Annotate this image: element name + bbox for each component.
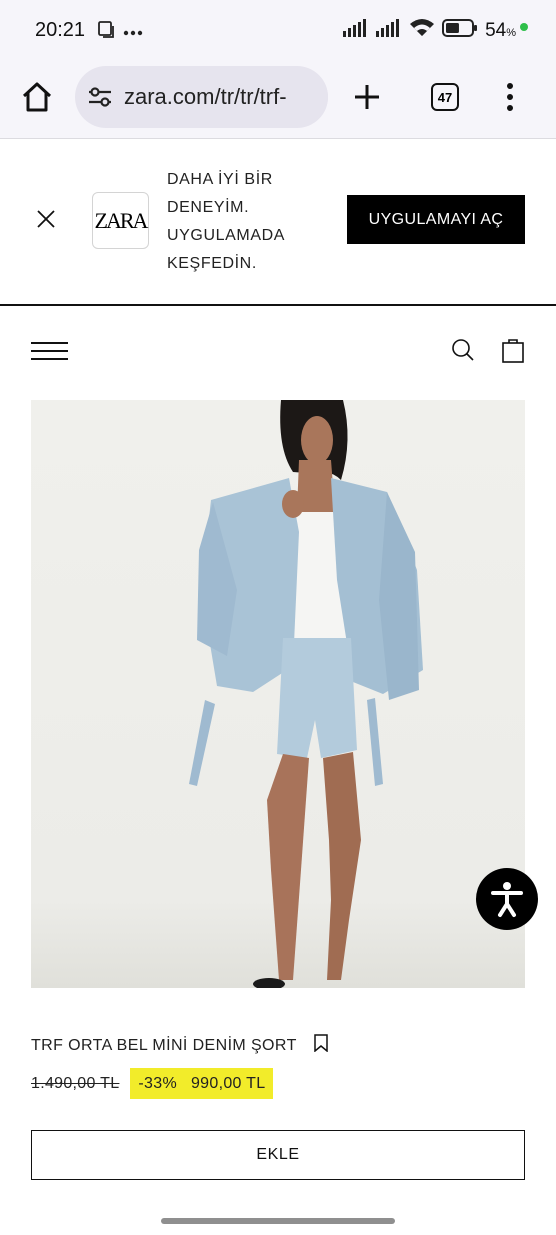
close-icon[interactable] bbox=[36, 209, 56, 234]
open-app-button[interactable]: UYGULAMAYI AÇ bbox=[347, 195, 525, 244]
product-image[interactable] bbox=[31, 400, 525, 988]
address-bar[interactable]: zara.com/tr/tr/trf- bbox=[75, 66, 328, 128]
charging-indicator bbox=[520, 22, 528, 31]
promo-message: DAHA İYİ BİR DENEYİM. UYGULAMADA KEŞFEDİ… bbox=[167, 171, 286, 272]
battery-icon bbox=[442, 18, 478, 43]
overflow-menu-icon[interactable] bbox=[506, 82, 514, 117]
app-promo-banner: ZARA DAHA İYİ BİR DENEYİM. UYGULAMADA KE… bbox=[0, 140, 556, 306]
signal-icon bbox=[376, 19, 402, 42]
search-icon[interactable] bbox=[451, 338, 475, 367]
sale-price-badge: -33% 990,00 TL bbox=[130, 1068, 274, 1099]
home-icon[interactable] bbox=[20, 80, 54, 114]
tab-switcher-icon[interactable]: 47 bbox=[431, 83, 459, 111]
old-price: 1.490,00 TL bbox=[31, 1074, 120, 1092]
shopping-bag-icon[interactable] bbox=[502, 337, 524, 368]
more-dots-icon bbox=[123, 23, 143, 41]
status-time: 20:21 bbox=[35, 19, 86, 41]
accessibility-person-icon[interactable] bbox=[476, 868, 538, 930]
discount-percent: -33% bbox=[138, 1074, 177, 1092]
bookmark-icon[interactable] bbox=[313, 1034, 329, 1057]
hamburger-menu-icon[interactable] bbox=[31, 342, 68, 360]
zara-app-logo: ZARA bbox=[92, 192, 149, 249]
product-name: TRF ORTA BEL MİNİ DENİM ŞORT bbox=[31, 1036, 297, 1054]
browser-toolbar: zara.com/tr/tr/trf- 47 bbox=[0, 62, 556, 139]
signal-icon bbox=[343, 19, 369, 42]
add-to-cart-button[interactable]: EKLE bbox=[31, 1130, 525, 1180]
new-tab-plus-icon[interactable] bbox=[352, 82, 382, 117]
site-header bbox=[0, 308, 556, 400]
wifi-icon bbox=[409, 18, 435, 43]
screenshot-icon bbox=[97, 20, 115, 43]
status-bar: 20:21 54% bbox=[0, 0, 556, 62]
product-name-row: TRF ORTA BEL MİNİ DENİM ŞORT bbox=[31, 1034, 329, 1057]
battery-percent: 54% bbox=[485, 19, 516, 41]
site-settings-icon[interactable] bbox=[87, 84, 113, 115]
price-row: 1.490,00 TL -33% 990,00 TL bbox=[31, 1068, 274, 1099]
sale-price: 990,00 TL bbox=[190, 1074, 266, 1092]
url-text[interactable]: zara.com/tr/tr/trf- bbox=[124, 84, 287, 110]
gesture-navigation-bar[interactable] bbox=[161, 1218, 395, 1224]
